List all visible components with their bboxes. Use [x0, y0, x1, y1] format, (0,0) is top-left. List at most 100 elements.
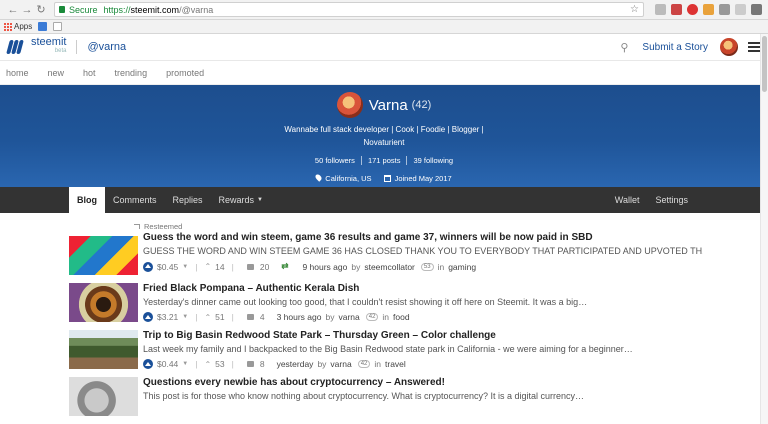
sort-tab-trending[interactable]: trending: [115, 68, 148, 78]
post-title[interactable]: Guess the word and win steem, game 36 re…: [143, 232, 703, 243]
tab-replies[interactable]: Replies: [165, 187, 211, 213]
post-excerpt[interactable]: GUESS THE WORD AND WIN STEEM GAME 36 HAS…: [143, 246, 703, 256]
followers-link[interactable]: 50 followers: [309, 156, 362, 165]
post-footer: $3.21 ▼ | ⌃ 51 | 4 3 hours ago by varna …: [143, 312, 703, 322]
brand-name: steemit: [31, 36, 67, 48]
post-author[interactable]: steemcollator: [364, 262, 415, 272]
browser-menu-icon[interactable]: [751, 4, 762, 15]
post-category[interactable]: food: [393, 312, 410, 322]
tab-comments[interactable]: Comments: [105, 187, 165, 213]
resteem-icon[interactable]: ⇄: [281, 261, 288, 272]
comment-icon[interactable]: [246, 314, 254, 320]
post-thumbnail[interactable]: [69, 377, 138, 416]
post-category[interactable]: travel: [385, 359, 406, 369]
post-by: by: [317, 359, 327, 369]
profile-reputation: (42): [411, 99, 432, 111]
search-icon[interactable]: ⚲: [620, 41, 628, 54]
post-time[interactable]: 3 hours ago: [277, 312, 322, 322]
post-votes[interactable]: 53: [215, 359, 224, 369]
comment-icon[interactable]: [246, 263, 254, 270]
profile-location: California, US: [325, 174, 372, 183]
steemit-logo-icon[interactable]: [6, 39, 25, 56]
sort-tab-hot[interactable]: hot: [83, 68, 96, 78]
post-title[interactable]: Trip to Big Basin Redwood State Park – T…: [143, 330, 703, 341]
post-thumbnail[interactable]: [69, 236, 138, 275]
extension-icon[interactable]: [671, 4, 682, 15]
upvote-icon[interactable]: [143, 312, 153, 322]
sort-tab-home[interactable]: home: [6, 68, 29, 78]
url-path: /@varna: [179, 4, 214, 15]
apps-bookmark[interactable]: Apps: [4, 22, 32, 31]
post-title[interactable]: Questions every newbie has about cryptoc…: [143, 377, 703, 388]
list-item: Trip to Big Basin Redwood State Park – T…: [69, 330, 768, 369]
hamburger-menu-icon[interactable]: [748, 42, 760, 52]
resteemed-label: Resteemed: [134, 222, 703, 231]
post-thumbnail[interactable]: [69, 283, 138, 322]
extension-icon[interactable]: [735, 4, 746, 15]
sort-tab-promoted[interactable]: promoted: [166, 68, 204, 78]
post-votes[interactable]: 14: [215, 262, 224, 272]
profile-joined: Joined May 2017: [394, 174, 452, 183]
header-username[interactable]: @varna: [87, 41, 126, 53]
back-icon[interactable]: ←: [6, 4, 20, 16]
forward-icon[interactable]: →: [20, 4, 34, 16]
bookmarks-bar: Apps: [0, 20, 768, 34]
author-reputation: 53: [420, 262, 434, 271]
tab-blog[interactable]: Blog: [69, 187, 105, 213]
tab-rewards[interactable]: Rewards ▼: [211, 187, 271, 213]
post-title[interactable]: Fried Black Pompana – Authentic Kerala D…: [143, 283, 703, 294]
bookmark-star-icon[interactable]: ☆: [630, 4, 639, 15]
post-feed: Resteemed Guess the word and win steem, …: [0, 213, 768, 416]
bookmark-page-icon[interactable]: [53, 22, 63, 31]
post-payout[interactable]: $3.21: [157, 312, 178, 322]
post-author[interactable]: varna: [338, 312, 359, 322]
comment-icon[interactable]: [246, 361, 254, 367]
post-comments[interactable]: 4: [260, 312, 265, 322]
post-author[interactable]: varna: [330, 359, 351, 369]
profile-name: Varna: [368, 96, 408, 114]
page-scrollbar[interactable]: [760, 34, 768, 424]
upvote-icon[interactable]: [143, 261, 153, 272]
post-footer: $0.45 ▼ | ⌃ 14 | 20 ⇄ 9 hours ago by ste…: [143, 261, 703, 272]
post-comments[interactable]: 20: [260, 262, 269, 272]
secure-label: Secure: [69, 4, 98, 15]
post-excerpt[interactable]: Yesterday's dinner came out looking too …: [143, 297, 703, 307]
tab-settings[interactable]: Settings: [647, 187, 696, 213]
scrollbar-thumb[interactable]: [762, 36, 767, 92]
post-category[interactable]: gaming: [448, 262, 476, 272]
apps-icon: [4, 22, 12, 31]
post-time[interactable]: 9 hours ago: [302, 262, 347, 272]
upvote-icon[interactable]: [143, 359, 153, 369]
submit-story-link[interactable]: Submit a Story: [642, 42, 708, 53]
profile-banner: Varna (42) Wannabe full stack developer …: [0, 85, 768, 187]
post-payout[interactable]: $0.44: [157, 359, 178, 369]
posts-count: 171 posts: [362, 156, 408, 165]
tab-wallet[interactable]: Wallet: [607, 187, 648, 213]
sort-tab-new[interactable]: new: [48, 68, 65, 78]
profile-avatar: [336, 92, 363, 118]
post-votes[interactable]: 51: [215, 312, 224, 322]
post-time[interactable]: yesterday: [277, 359, 314, 369]
post-thumbnail[interactable]: [69, 330, 138, 369]
extension-icon[interactable]: [719, 4, 730, 15]
profile-about: Wannabe full stack developer | Cook | Fo…: [284, 125, 484, 147]
brand[interactable]: steemit beta: [31, 36, 67, 56]
profile-meta: California, US Joined May 2017: [314, 173, 452, 183]
post-comments[interactable]: 8: [260, 359, 265, 369]
following-link[interactable]: 39 following: [407, 156, 459, 165]
adblock-icon[interactable]: [687, 4, 698, 15]
chevron-down-icon[interactable]: ▼: [182, 361, 188, 367]
chevron-down-icon[interactable]: ▼: [182, 264, 188, 270]
post-excerpt[interactable]: This post is for those who know nothing …: [143, 391, 703, 401]
extension-icon[interactable]: [703, 4, 714, 15]
reload-icon[interactable]: ↻: [34, 3, 48, 16]
post-payout[interactable]: $0.45: [157, 262, 178, 272]
post-in: in: [382, 312, 390, 322]
bookmark-icon[interactable]: [38, 22, 48, 31]
post-by: by: [325, 312, 335, 322]
address-bar[interactable]: Secure https://steemit.com/@varna ☆: [54, 2, 644, 17]
chevron-down-icon[interactable]: ▼: [182, 314, 188, 320]
post-excerpt[interactable]: Last week my family and I backpacked to …: [143, 344, 703, 354]
cast-icon[interactable]: [655, 4, 666, 15]
avatar[interactable]: [720, 38, 738, 56]
